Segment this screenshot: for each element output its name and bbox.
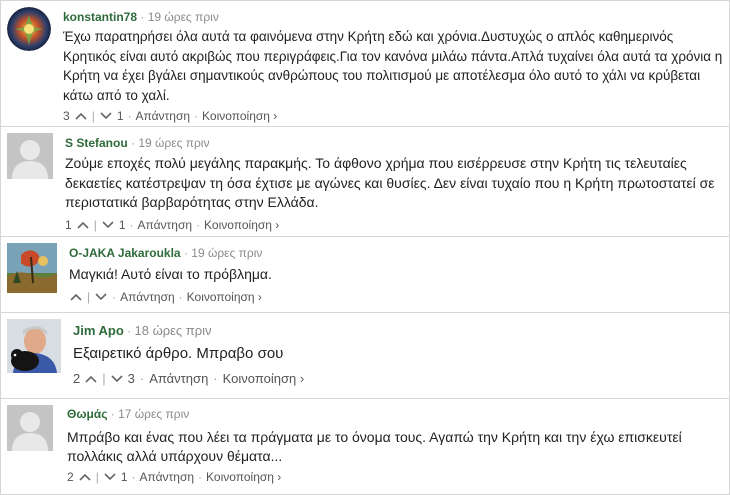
upvote-icon[interactable] <box>69 292 83 302</box>
downvote-icon[interactable] <box>101 220 115 230</box>
comment-item: konstantin78 · 19 ώρες πριν Έχω παρατηρή… <box>0 0 730 127</box>
downvote-count: 1 <box>116 109 124 123</box>
share-link[interactable]: Κοινοποίηση › <box>223 372 305 386</box>
downvote-icon[interactable] <box>99 111 113 121</box>
comment-timestamp[interactable]: 19 ώρες πριν <box>191 246 262 260</box>
user-avatar[interactable] <box>7 243 57 293</box>
comment-timestamp[interactable]: 18 ώρες πριν <box>135 323 212 338</box>
comment-text: Μπράβο και ένας που λέει τα πράγματα με … <box>67 429 682 464</box>
comment-timestamp[interactable]: 17 ώρες πριν <box>118 407 189 421</box>
downvote-icon[interactable] <box>94 292 108 302</box>
meta-separator: · <box>127 324 132 338</box>
comment-author[interactable]: O-JAKA Jakaroukla <box>69 246 181 260</box>
comment-timestamp[interactable]: 19 ώρες πριν <box>148 10 219 24</box>
downvote-count: 1 <box>118 218 126 232</box>
meta-separator: · <box>110 407 115 421</box>
comment-text: Εξαιρετικό άρθρο. Μπραβο σου <box>73 345 284 362</box>
comment-item: Jim Apo · 18 ώρες πριν Εξαιρετικό άρθρο.… <box>0 312 730 399</box>
comment-text: Έχω παρατηρήσει όλα αυτά τα φαινόμενα στ… <box>63 29 723 103</box>
comment-timestamp[interactable]: 19 ώρες πριν <box>138 136 209 150</box>
upvote-icon[interactable] <box>76 220 90 230</box>
upvote-icon[interactable] <box>84 374 98 384</box>
vote-divider: | <box>93 218 97 232</box>
vote-divider: | <box>95 470 99 484</box>
upvote-count: 1 <box>65 218 72 232</box>
comment-thread: konstantin78 · 19 ώρες πριν Έχω παρατηρή… <box>0 0 730 495</box>
upvote-icon[interactable] <box>74 111 88 121</box>
comment-author[interactable]: Jim Apo <box>73 323 124 338</box>
reply-link[interactable]: Απάντηση <box>138 218 193 232</box>
share-link[interactable]: Κοινοποίηση › <box>206 470 281 484</box>
downvote-count: 1 <box>120 470 128 484</box>
downvote-icon[interactable] <box>103 472 117 482</box>
comment-author[interactable]: konstantin78 <box>63 10 137 24</box>
upvote-count: 2 <box>67 470 74 484</box>
meta-separator: · <box>183 246 188 260</box>
user-avatar[interactable] <box>7 405 53 451</box>
user-avatar[interactable] <box>7 7 51 51</box>
share-link[interactable]: Κοινοποίηση › <box>204 218 279 232</box>
upvote-icon[interactable] <box>78 472 92 482</box>
share-link[interactable]: Κοινοποίηση › <box>202 109 277 123</box>
reply-link[interactable]: Απάντηση <box>120 290 175 304</box>
comment-item: O-JAKA Jakaroukla · 19 ώρες πριν Μαγκιά!… <box>0 236 730 313</box>
meta-separator: · <box>131 136 136 150</box>
comment-item: Θωμάς · 17 ώρες πριν Μπράβο και ένας που… <box>0 398 730 495</box>
comment-text: Μαγκιά! Αυτό είναι το πρόβλημα. <box>69 266 272 282</box>
comment-item: S Stefanou · 19 ώρες πριν Ζούμε εποχές π… <box>0 126 730 237</box>
reply-link[interactable]: Απάντηση <box>149 372 208 386</box>
upvote-count: 2 <box>73 371 81 386</box>
vote-divider: | <box>102 371 106 386</box>
vote-divider: | <box>87 290 91 304</box>
user-avatar[interactable] <box>7 133 53 179</box>
downvote-count: 3 <box>127 371 135 386</box>
comment-author[interactable]: S Stefanou <box>65 136 128 150</box>
comment-author[interactable]: Θωμάς <box>67 407 107 421</box>
user-avatar[interactable] <box>7 319 61 373</box>
meta-separator: · <box>140 10 145 24</box>
reply-link[interactable]: Απάντηση <box>140 470 195 484</box>
reply-link[interactable]: Απάντηση <box>136 109 191 123</box>
downvote-icon[interactable] <box>110 374 124 384</box>
share-link[interactable]: Κοινοποίηση › <box>187 290 262 304</box>
upvote-count: 3 <box>63 109 70 123</box>
comment-text: Ζούμε εποχές πολύ μεγάλης παρακμής. Το ά… <box>65 155 715 210</box>
vote-divider: | <box>91 109 95 123</box>
